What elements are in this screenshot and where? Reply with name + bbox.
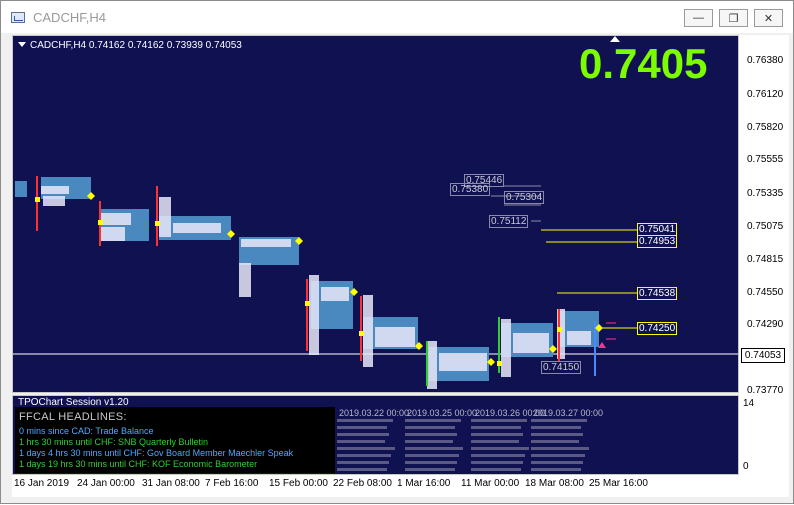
session-stats-texture: [337, 419, 589, 471]
app-window: CADCHF,H4 — ❐ ✕ 0.75446 0.75380 0.75304 …: [0, 0, 794, 504]
